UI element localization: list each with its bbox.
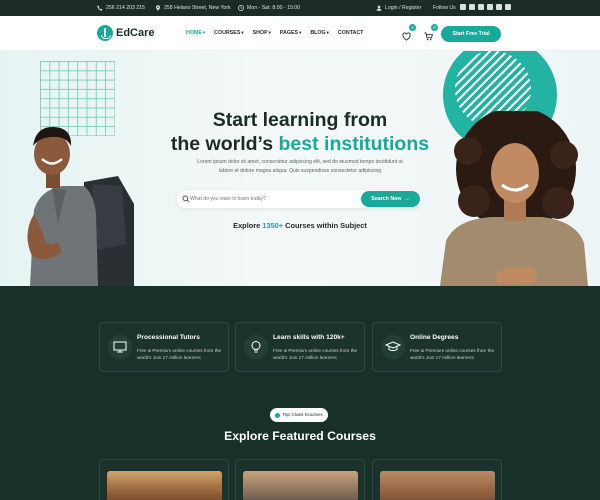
nav-courses[interactable]: COURSES ▾: [214, 30, 243, 36]
nav-shop-label: SHOP: [252, 30, 268, 36]
wishlist-button[interactable]: 0: [402, 24, 416, 41]
hero-title-accent: best institutions: [278, 133, 430, 155]
feature-card-tutors[interactable]: Processional Tutors Free & Premium onlin…: [99, 322, 229, 372]
search-now-button[interactable]: Search Now →: [361, 191, 420, 207]
feature-desc: Free & Premium online courses from the w…: [137, 348, 222, 360]
skype-icon[interactable]: [496, 4, 502, 10]
chevron-down-icon: ▾: [326, 30, 329, 35]
youtube-icon[interactable]: [505, 4, 511, 10]
course-image: [380, 471, 495, 500]
course-image: [243, 471, 358, 500]
feature-title: Online Degrees: [410, 334, 459, 341]
wishlist-count: 0: [409, 24, 416, 31]
search-icon: [182, 195, 190, 203]
top-bar: 256 214 203 215 258 Helano Street, New Y…: [0, 0, 600, 16]
start-free-trial-button[interactable]: Start Free Trial: [441, 26, 501, 42]
arrow-right-icon: →: [404, 196, 410, 202]
behance-icon[interactable]: [487, 4, 493, 10]
graduation-cap-icon: [381, 335, 405, 359]
nav-home-label: HOME: [186, 30, 202, 36]
top-class-courses-pill: Top Class Courses: [270, 408, 328, 422]
hours-text: Mon - Sat: 8:00 - 15:00: [247, 5, 301, 11]
instagram-icon[interactable]: [469, 4, 475, 10]
explore-suffix: Courses within Subject: [283, 221, 367, 230]
nav-contact[interactable]: CONTACT: [338, 30, 364, 36]
lightbulb-icon: [244, 335, 268, 359]
explore-count: 1350+: [262, 221, 284, 230]
follow-text: Follow Us: [433, 5, 456, 11]
nav-blog[interactable]: BLOG ▾: [310, 30, 329, 36]
logo[interactable]: EdCare: [97, 25, 155, 41]
nav-pages-label: PAGES: [279, 30, 299, 36]
nav-courses-label: COURSES: [214, 30, 241, 36]
course-card[interactable]: [372, 459, 502, 500]
follow-label: Follow Us: [433, 5, 456, 11]
user-icon: [376, 5, 382, 11]
login-link[interactable]: Login / Register: [376, 5, 421, 11]
feature-title: Processional Tutors: [137, 334, 200, 341]
main-nav: HOME ▾ COURSES ▾ SHOP ▾ PAGES ▾ BLOG ▾ CONTAC…: [186, 30, 363, 36]
chevron-down-icon: ▾: [268, 30, 271, 35]
tutor-icon: [108, 335, 132, 359]
logo-text: EdCare: [116, 27, 155, 39]
cart-count: 0: [431, 24, 438, 31]
feature-card-degrees[interactable]: Online Degrees Free & Premium online cou…: [372, 322, 502, 372]
search-input[interactable]: [190, 192, 360, 206]
feature-card-skills[interactable]: Learn skills with 120k+ Free & Premium o…: [235, 322, 365, 372]
nav-home[interactable]: HOME ▾: [186, 30, 205, 36]
cart-icon: [424, 32, 434, 41]
address-info: 258 Helano Street, New York: [155, 5, 231, 11]
course-card[interactable]: [235, 459, 365, 500]
pill-label: Top Class Courses: [282, 412, 323, 418]
features-section: Processional Tutors Free & Premium onlin…: [0, 286, 600, 500]
login-text: Login / Register: [385, 5, 422, 11]
chevron-down-icon: ▾: [241, 30, 244, 35]
course-card[interactable]: [99, 459, 229, 500]
bolt-icon: [275, 412, 281, 418]
chevron-down-icon: ▾: [299, 30, 302, 35]
explore-courses-text: Explore 1350+ Courses within Subject: [0, 221, 600, 230]
search-button-label: Search Now: [371, 196, 402, 202]
feature-desc: Free & Premium online courses from the w…: [410, 348, 495, 360]
phone-icon: [97, 5, 103, 11]
hero-title-line1: Start learning from: [212, 109, 388, 131]
cart-button[interactable]: 0: [424, 24, 438, 41]
location-pin-icon: [156, 5, 160, 11]
course-image: [107, 471, 222, 500]
logo-icon: [97, 25, 113, 41]
address-text: 258 Helano Street, New York: [164, 5, 231, 11]
phone-text: 256 214 203 215: [106, 5, 145, 11]
hero-section: Start learning from the world’s best ins…: [0, 51, 600, 286]
featured-courses-title: Explore Featured Courses: [224, 429, 376, 443]
social-links: [460, 4, 511, 10]
heart-icon: [402, 32, 411, 41]
main-header: EdCare HOME ▾ COURSES ▾ SHOP ▾ PAGES ▾ BLOG ▾…: [0, 16, 600, 51]
nav-shop[interactable]: SHOP ▾: [253, 30, 271, 36]
hero-subtitle: Lorem ipsum dolor sit amet, consectetur …: [197, 159, 403, 174]
nav-contact-label: CONTACT: [337, 30, 364, 36]
hours-info: Mon - Sat: 8:00 - 15:00: [238, 5, 300, 11]
hero-title-plain: the world’s: [170, 133, 279, 155]
chevron-down-icon: ▾: [202, 30, 206, 35]
feature-desc: Free & Premium online courses from the w…: [273, 348, 358, 360]
facebook-icon[interactable]: [460, 4, 466, 10]
nav-pages[interactable]: PAGES ▾: [280, 30, 301, 36]
linkedin-icon[interactable]: [478, 4, 484, 10]
feature-title: Learn skills with 120k+: [273, 334, 345, 341]
phone-info[interactable]: 256 214 203 215: [97, 5, 145, 11]
explore-prefix: Explore: [233, 221, 263, 230]
nav-blog-label: BLOG: [310, 30, 326, 36]
clock-icon: [238, 5, 244, 11]
hero-title-line2: the world’s best institutions: [0, 132, 600, 156]
